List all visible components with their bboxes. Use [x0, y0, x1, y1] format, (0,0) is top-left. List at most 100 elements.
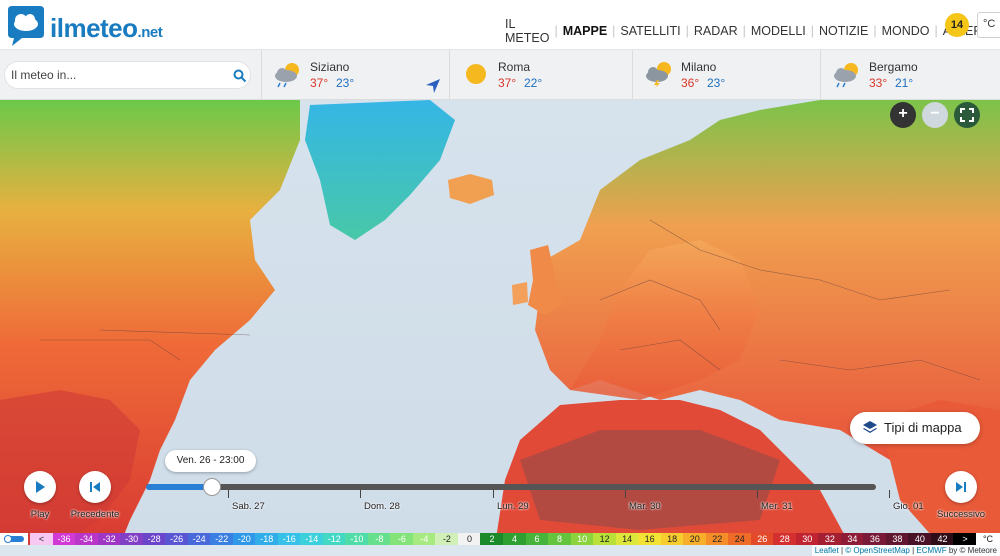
osm-link[interactable]: © OpenStreetMap: [845, 546, 910, 555]
legend-cell: 16: [638, 533, 662, 545]
legend-cell: 18: [660, 533, 684, 545]
timeline-tick: [228, 490, 229, 498]
city-name: Roma: [498, 60, 531, 74]
skip-forward-icon: [956, 482, 966, 492]
speech-cloud-logo-icon: [8, 6, 44, 46]
city-card-siziano[interactable]: Siziano 37° 23°: [261, 50, 449, 100]
nav-modelli[interactable]: MODELLI: [746, 24, 811, 38]
previous-button[interactable]: [79, 471, 111, 503]
legend-cell: 34: [840, 533, 864, 545]
timeline-day-label[interactable]: Gio. 01: [893, 501, 924, 512]
cloud-sun-rain-icon: [275, 63, 299, 88]
unit-select[interactable]: °C: [977, 12, 1000, 38]
logo-wordmark: ilmeteo.net: [50, 13, 163, 43]
legend-cell: -12: [322, 533, 346, 545]
city-card-milano[interactable]: Milano 36° 23°: [632, 50, 820, 100]
temp-min: 23°: [707, 76, 726, 90]
attribution-meteo: by © Meteore: [948, 546, 997, 555]
timeline-day-label[interactable]: Mer. 31: [761, 501, 793, 512]
nav-mappe[interactable]: MAPPE: [558, 24, 612, 38]
next-button[interactable]: [945, 471, 977, 503]
legend-cell: 4: [503, 533, 527, 545]
legend-cell: -24: [187, 533, 211, 545]
legend-cell: -10: [345, 533, 369, 545]
city-card-bergamo[interactable]: Bergamo 33° 21°: [820, 50, 1000, 100]
temp-max: 37°: [498, 76, 517, 90]
zoom-in-button[interactable]: +: [890, 102, 916, 128]
temperature-map-canvas[interactable]: [0, 100, 1000, 545]
legend-cell: 22: [705, 533, 729, 545]
search-icon[interactable]: [233, 69, 247, 83]
legend-cell: -28: [142, 533, 166, 545]
city-name: Bergamo: [869, 60, 918, 74]
timeline-tick: [493, 490, 494, 498]
legend-cell: 32: [818, 533, 842, 545]
nav-satelliti[interactable]: SATELLITI: [615, 24, 685, 38]
fullscreen-button[interactable]: [954, 102, 980, 128]
nav-notizie[interactable]: NOTIZIE: [814, 24, 873, 38]
previous-label: Precedente: [70, 509, 120, 520]
ilmeteo-logo[interactable]: ilmeteo.net: [0, 4, 185, 48]
city-forecast-bar: Siziano 37° 23° Roma 37° 22° Milano 36° …: [0, 50, 1000, 100]
locate-arrow-icon[interactable]: [425, 78, 441, 94]
play-button[interactable]: [24, 471, 56, 503]
timeline-thumb[interactable]: [203, 478, 221, 496]
legend-cell: 30: [795, 533, 819, 545]
legend-cell: -32: [97, 533, 121, 545]
city-name: Milano: [681, 60, 717, 74]
legend-cell: -36: [52, 533, 76, 545]
legend-cell: -8: [367, 533, 391, 545]
legend-cell: -14: [300, 533, 324, 545]
legend-cell: 10: [570, 533, 594, 545]
legend-cell: >: [953, 533, 977, 545]
map-types-label: Tipi di mappa: [884, 420, 962, 435]
legend-cell: 36: [863, 533, 887, 545]
legend-cell: 8: [548, 533, 572, 545]
legend-cell: -26: [165, 533, 189, 545]
ecmwf-link[interactable]: ECMWF: [916, 546, 946, 555]
play-icon: [36, 481, 45, 493]
legend-cell: 0: [457, 533, 481, 545]
legend-cell: 6: [525, 533, 549, 545]
map-types-button[interactable]: Tipi di mappa: [850, 412, 980, 444]
timeline-tick: [625, 490, 626, 498]
legend-cell: 14: [615, 533, 639, 545]
fullscreen-icon: [960, 108, 974, 122]
timeline-tick: [889, 490, 890, 498]
cloud-sun-storm-icon: [646, 62, 671, 88]
legend-cell: -4: [412, 533, 436, 545]
timeline-day-label[interactable]: Sab. 27: [232, 501, 265, 512]
alert-count-badge[interactable]: 14: [945, 13, 969, 37]
legend-cell: -34: [75, 533, 99, 545]
legend-cell: 24: [728, 533, 752, 545]
layers-icon: [863, 421, 877, 433]
temp-max: 37°: [310, 76, 329, 90]
legend-cell: 42: [930, 533, 954, 545]
nav-mondo[interactable]: MONDO: [877, 24, 935, 38]
sun-icon: [466, 64, 486, 84]
city-card-roma[interactable]: Roma 37° 22°: [449, 50, 632, 100]
legend-cell: 38: [885, 533, 909, 545]
temp-min: 23°: [336, 76, 355, 90]
timeline-tick: [360, 490, 361, 498]
cloud-sun-rain-icon: [834, 63, 858, 88]
timeline-current-time: Ven. 26 - 23:00: [165, 450, 256, 472]
legend-cell: -22: [210, 533, 234, 545]
skip-back-icon: [90, 482, 100, 492]
toggle-icon[interactable]: [0, 533, 28, 545]
nav-il-meteo[interactable]: IL METEO: [500, 17, 554, 45]
legend-cell: -18: [255, 533, 279, 545]
leaflet-link[interactable]: Leaflet: [815, 546, 839, 555]
search-box: [4, 61, 251, 89]
timeline-day-label[interactable]: Mar. 30: [629, 501, 661, 512]
timeline-track[interactable]: [146, 484, 876, 490]
zoom-out-button[interactable]: −: [922, 102, 948, 128]
timeline-day-label[interactable]: Lun. 29: [497, 501, 529, 512]
temp-min: 22°: [524, 76, 543, 90]
nav-radar[interactable]: RADAR: [689, 24, 743, 38]
temperature-map[interactable]: + − Tipi di mappa Play Precedente Succes…: [0, 100, 1000, 545]
next-label: Successivo: [936, 509, 986, 520]
timeline-day-label[interactable]: Dom. 28: [364, 501, 400, 512]
temp-min: 21°: [895, 76, 914, 90]
search-input[interactable]: [11, 66, 221, 84]
